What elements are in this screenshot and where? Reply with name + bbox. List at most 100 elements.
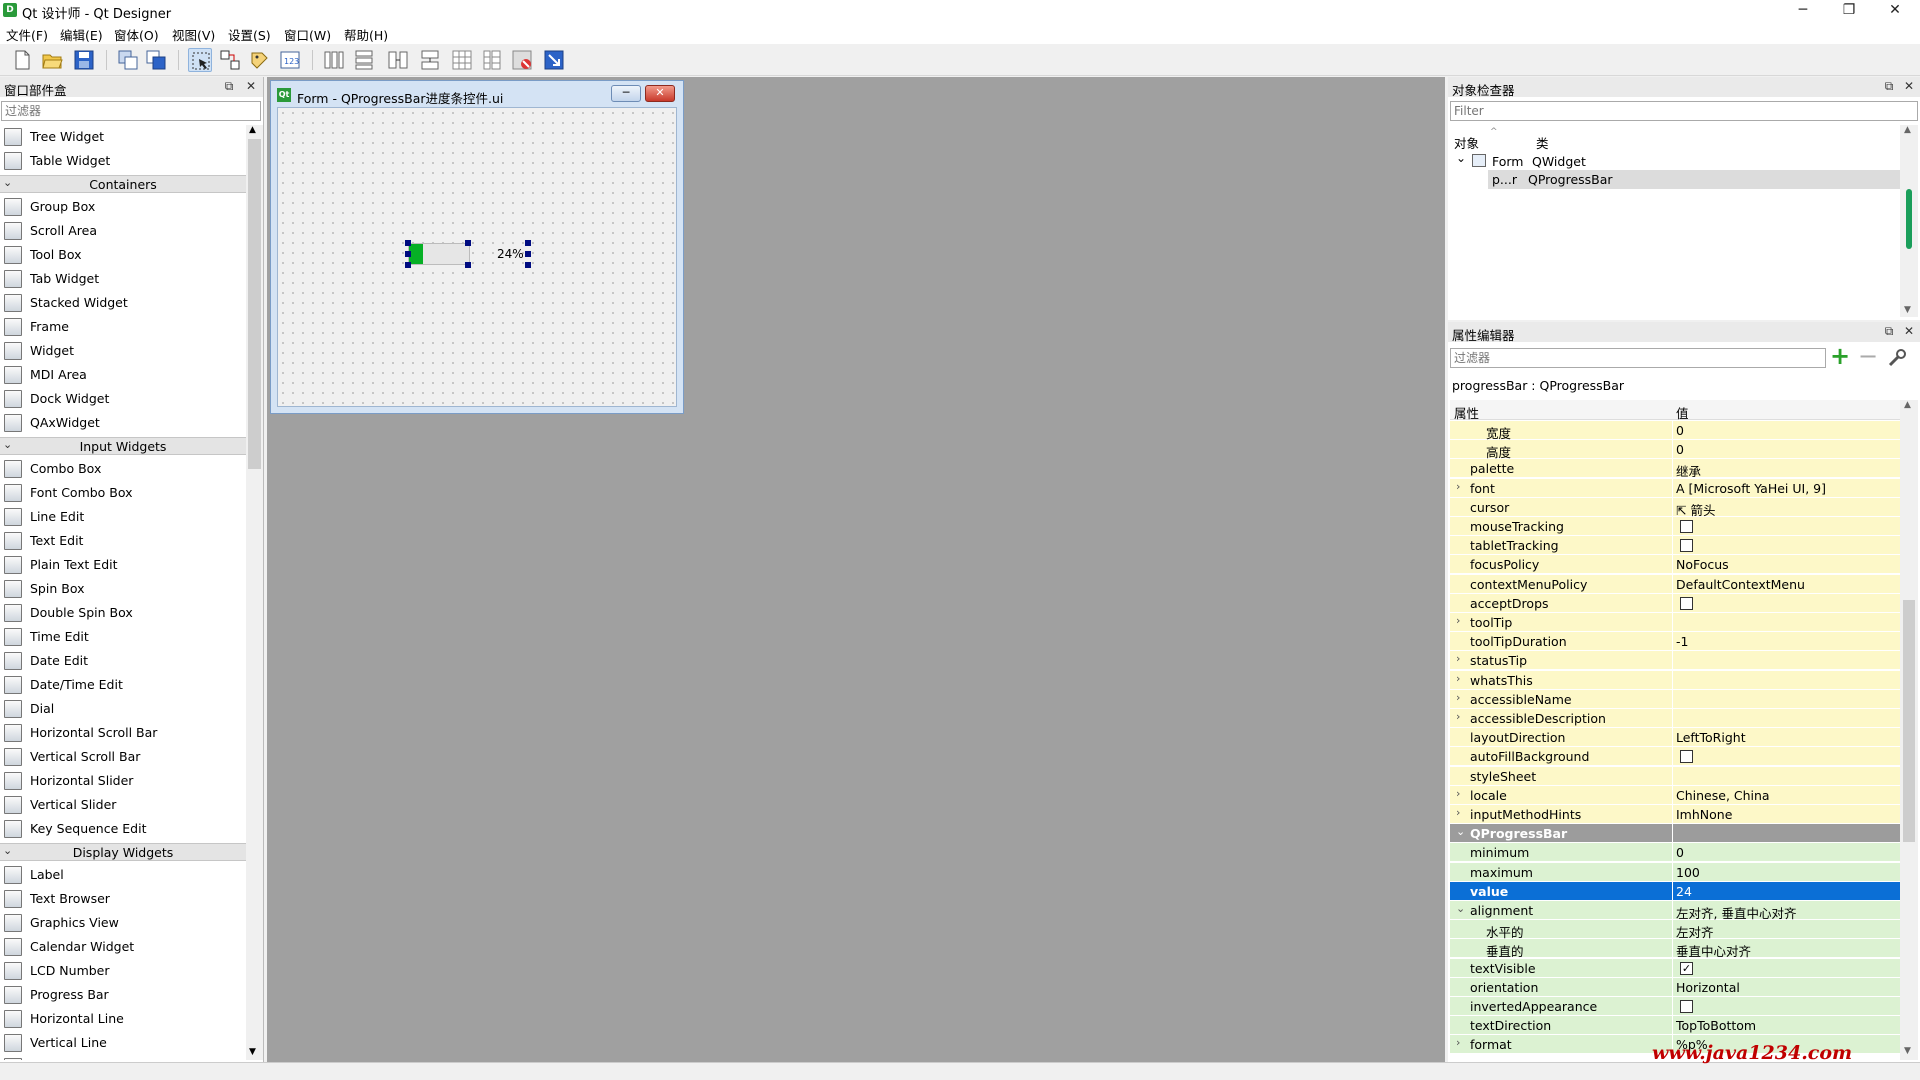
property-row[interactable]: › font A [Microsoft YaHei UI, 9] — [1450, 478, 1900, 498]
property-row[interactable]: 高度 0 — [1450, 440, 1900, 460]
widget-box-item[interactable]: Progress Bar — [0, 983, 246, 1007]
property-row[interactable]: › locale Chinese, China — [1450, 785, 1900, 805]
wrench-icon[interactable] — [1886, 348, 1908, 368]
bring-to-front-icon[interactable] — [144, 48, 168, 72]
selection-handle[interactable] — [405, 251, 411, 257]
property-row[interactable]: 水平的 左对齐 — [1450, 920, 1900, 940]
widget-category-header[interactable]: ⌄ Input Widgets — [0, 437, 246, 455]
remove-property-icon[interactable]: − — [1858, 344, 1878, 368]
layout-horizontal-icon[interactable] — [322, 48, 346, 72]
property-checkbox[interactable]: ✓ — [1680, 961, 1693, 975]
widget-box-item[interactable]: Vertical Slider — [0, 793, 246, 817]
widget-box-item[interactable]: Vertical Line — [0, 1031, 246, 1055]
property-value[interactable]: ⇱ 箭头 — [1676, 500, 1715, 519]
property-value[interactable]: TopToBottom — [1676, 1018, 1756, 1033]
break-layout-icon[interactable] — [510, 48, 534, 72]
property-row[interactable]: tabletTracking — [1450, 536, 1900, 556]
form-minimize-button[interactable]: ─ — [611, 85, 641, 102]
property-row[interactable]: contextMenuPolicy DefaultContextMenu — [1450, 574, 1900, 594]
property-row[interactable]: autoFillBackground — [1450, 747, 1900, 767]
property-row[interactable]: › statusTip — [1450, 651, 1900, 671]
property-checkbox[interactable] — [1680, 750, 1693, 764]
property-value[interactable]: Horizontal — [1676, 980, 1740, 995]
property-row[interactable]: toolTipDuration -1 — [1450, 632, 1900, 652]
widget-box-item[interactable]: Tool Box — [0, 243, 246, 267]
column-value[interactable]: 值 — [1676, 403, 1689, 422]
expand-chevron-icon[interactable]: › — [1456, 710, 1460, 723]
widget-box-item[interactable]: Double Spin Box — [0, 601, 246, 625]
property-value[interactable]: Chinese, China — [1676, 788, 1770, 803]
object-inspector-scrollbar[interactable]: ▲ ▼ — [1900, 125, 1918, 317]
property-row[interactable]: ⌄ QProgressBar — [1450, 824, 1900, 844]
property-row[interactable]: cursor ⇱ 箭头 — [1450, 497, 1900, 519]
property-value[interactable]: 100 — [1676, 865, 1700, 880]
property-row[interactable]: 宽度 0 — [1450, 421, 1900, 441]
property-checkbox[interactable] — [1680, 1000, 1693, 1013]
expand-chevron-icon[interactable]: › — [1456, 1036, 1460, 1049]
property-row[interactable]: ⌄ alignment 左对齐, 垂直中心对齐 — [1450, 901, 1900, 921]
widget-box-item[interactable]: Combo Box — [0, 457, 246, 481]
widget-box-item[interactable]: Time Edit — [0, 625, 246, 649]
property-value[interactable]: 继承 — [1676, 461, 1701, 480]
widget-box-item[interactable]: Widget — [0, 339, 246, 363]
object-filter-input[interactable] — [1450, 101, 1918, 121]
property-checkbox[interactable] — [1680, 520, 1693, 533]
menu-settings[interactable]: 设置(S) — [228, 25, 271, 44]
menu-help[interactable]: 帮助(H) — [344, 25, 388, 44]
edit-buddies-icon[interactable] — [248, 48, 272, 72]
property-row[interactable]: acceptDrops — [1450, 593, 1900, 613]
menu-form[interactable]: 窗体(O) — [114, 25, 159, 44]
menu-window[interactable]: 窗口(W) — [284, 25, 331, 44]
selection-handle[interactable] — [525, 240, 531, 246]
expand-chevron-icon[interactable]: › — [1456, 787, 1460, 800]
column-class[interactable]: 类 — [1536, 133, 1549, 152]
property-row[interactable]: styleSheet — [1450, 766, 1900, 786]
widget-box-item[interactable]: Label — [0, 863, 246, 887]
property-checkbox[interactable] — [1680, 539, 1693, 553]
widget-box-item[interactable]: Font Combo Box — [0, 481, 246, 505]
selection-handle[interactable] — [525, 262, 531, 268]
selection-handle[interactable] — [525, 251, 531, 257]
widget-box-item[interactable]: Horizontal Scroll Bar — [0, 721, 246, 745]
property-row[interactable]: invertedAppearance — [1450, 997, 1900, 1016]
column-property[interactable]: 属性 — [1454, 403, 1479, 422]
widget-box-item[interactable]: Line Edit — [0, 505, 246, 529]
close-icon[interactable]: ✕ — [244, 79, 258, 93]
widget-box-item[interactable]: Horizontal Slider — [0, 769, 246, 793]
property-value[interactable]: NoFocus — [1676, 557, 1729, 572]
property-row[interactable]: textDirection TopToBottom — [1450, 1016, 1900, 1036]
property-row[interactable]: › inputMethodHints ImhNone — [1450, 805, 1900, 824]
layout-vertical-icon[interactable] — [352, 48, 376, 72]
property-value[interactable]: 0 — [1676, 845, 1684, 860]
property-row[interactable]: focusPolicy NoFocus — [1450, 555, 1900, 575]
widget-box-item[interactable]: Spin Box — [0, 577, 246, 601]
edit-tab-order-icon[interactable]: 123 — [278, 48, 302, 72]
widget-box-item[interactable]: Group Box — [0, 195, 246, 219]
scroll-up-icon[interactable]: ▲ — [1904, 125, 1911, 135]
property-row[interactable]: mouseTracking — [1450, 517, 1900, 536]
property-row[interactable]: orientation Horizontal — [1450, 977, 1900, 997]
close-icon[interactable]: ✕ — [1902, 324, 1916, 338]
minimize-button[interactable]: ─ — [1780, 0, 1826, 22]
selection-handle[interactable] — [465, 240, 471, 246]
selection-handle[interactable] — [465, 262, 471, 268]
property-value[interactable]: A [Microsoft YaHei UI, 9] — [1676, 481, 1826, 496]
widget-box-scrollbar[interactable]: ▲ ▼ — [246, 125, 263, 1060]
form-close-button[interactable]: ✕ — [645, 85, 675, 102]
widget-category-header[interactable]: ⌄ Display Widgets — [0, 843, 246, 861]
expand-chevron-icon[interactable]: › — [1456, 672, 1460, 685]
widget-box-item[interactable]: Horizontal Line — [0, 1007, 246, 1031]
scrollbar-thumb[interactable] — [1906, 189, 1912, 249]
scrollbar-thumb[interactable] — [248, 139, 261, 469]
property-checkbox[interactable] — [1680, 596, 1693, 610]
float-icon[interactable]: ⧉ — [222, 79, 236, 94]
selection-handle[interactable] — [405, 240, 411, 246]
property-row[interactable]: value 24 — [1450, 881, 1900, 901]
widget-box-item[interactable]: Graphics View — [0, 911, 246, 935]
widget-box-item[interactable]: Date/Time Edit — [0, 673, 246, 697]
widget-box-item[interactable]: Scroll Area — [0, 219, 246, 243]
form-window[interactable]: Qt Form - QProgressBar进度条控件.ui ─ ✕ 24% — [270, 80, 684, 414]
widget-box-item[interactable]: MDI Area — [0, 363, 246, 387]
widget-box-item[interactable]: Tree Widget — [0, 125, 246, 149]
close-button[interactable]: ✕ — [1872, 0, 1918, 22]
